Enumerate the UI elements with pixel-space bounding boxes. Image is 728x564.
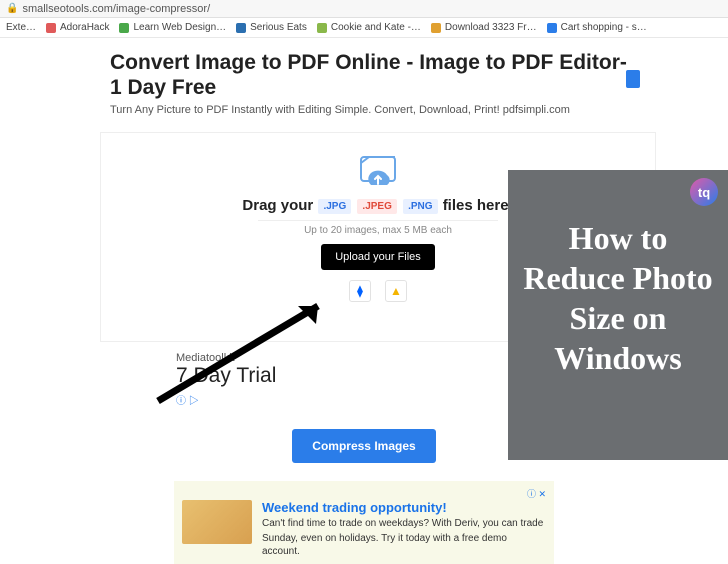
ad-hero-desc: Turn Any Picture to PDF Instantly with E… [110,104,638,116]
bookmarks-bar: Exte… AdoraHack Learn Web Design… Seriou… [0,18,728,38]
page-content: Convert Image to PDF Online - Image to P… [0,44,728,564]
google-drive-icon: ▲ [390,284,402,298]
bookmark-item[interactable]: Download 3323 Fr… [431,22,537,33]
bookmark-item[interactable]: Cookie and Kate -… [317,22,421,33]
upload-files-button[interactable]: Upload your Files [321,244,435,270]
ad3-line2: Sunday, even on holidays. Try it today w… [262,532,546,558]
dropbox-button[interactable]: ⧫ [349,280,371,302]
ad-hero-title: Convert Image to PDF Online - Image to P… [110,50,638,100]
ad3-title: Weekend trading opportunity! [262,500,546,515]
bookmark-item[interactable]: Serious Eats [236,22,307,33]
upload-limit-text: Up to 20 images, max 5 MB each [258,220,498,236]
lock-icon: 🔒 [6,3,18,14]
upload-cloud-icon [351,151,405,191]
google-drive-button[interactable]: ▲ [385,280,407,302]
bookmark-item[interactable]: Cart shopping - s… [547,22,647,33]
filetype-chip-png: .PNG [403,199,437,214]
overlay-title: How to Reduce Photo Size on Windows [518,218,718,378]
ad-marker-icon [626,70,640,88]
bookmark-item[interactable]: AdoraHack [46,22,109,33]
compress-images-button[interactable]: Compress Images [292,429,435,463]
address-bar[interactable]: 🔒 smallseotools.com/image-compressor/ [0,0,728,18]
adchoices-icon: ⓘ ✕ [182,487,546,500]
tutorial-overlay: tq How to Reduce Photo Size on Windows [508,170,728,460]
ad3-line1: Can't find time to trade on weekdays? Wi… [262,517,546,530]
tq-logo-icon: tq [690,178,718,206]
filetype-chip-jpeg: .JPEG [357,199,396,214]
ad-weekend-trading[interactable]: ⓘ ✕ Weekend trading opportunity! Can't f… [174,481,554,564]
bookmark-item[interactable]: Exte… [6,22,36,33]
bookmark-item[interactable]: Learn Web Design… [119,22,226,33]
ad-hero[interactable]: Convert Image to PDF Online - Image to P… [100,44,648,124]
ad3-thumbnail [182,500,252,544]
url-text: smallseotools.com/image-compressor/ [22,3,210,15]
dropbox-icon: ⧫ [357,284,363,298]
filetype-chip-jpg: .JPG [318,199,351,214]
